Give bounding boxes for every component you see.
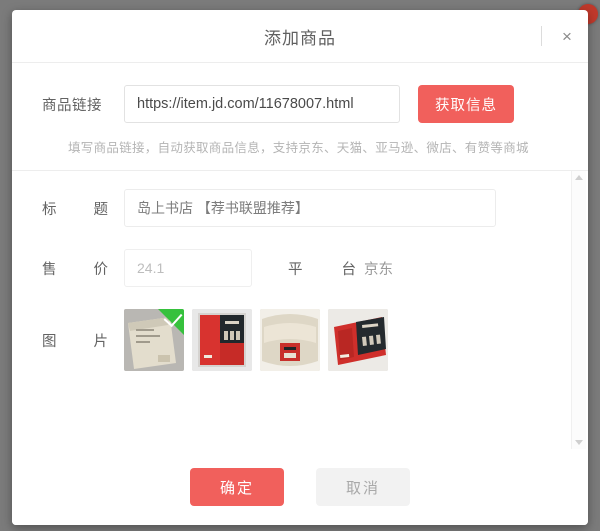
product-link-input[interactable]: https://item.jd.com/11678007.html [124, 85, 400, 123]
title-field-row: 标 题 岛上书店 【荐书联盟推荐】 [42, 189, 558, 227]
scroll-up-arrow-icon[interactable] [575, 175, 583, 180]
price-label-char-2: 价 [93, 261, 109, 278]
thumbnail-image-2 [192, 309, 252, 371]
dialog-header: 添加商品 × [12, 10, 588, 63]
title-field-label: 标 题 [42, 198, 124, 219]
title-label-char-1: 标 [42, 201, 57, 218]
image-thumbnail-list [124, 309, 388, 371]
price-platform-row: 售 价 24.1 平 台 京东 [42, 249, 558, 287]
price-field-label: 售 价 [42, 258, 124, 279]
product-link-hint: 填写商品链接，自动获取商品信息，支持京东、天猫、亚马逊、微店、有赞等商城 [68, 141, 529, 155]
fetch-info-button[interactable]: 获取信息 [418, 85, 514, 123]
cancel-button[interactable]: 取消 [316, 468, 410, 506]
images-label-char-2: 片 [93, 333, 109, 350]
platform-label-char-1: 平 [288, 261, 303, 278]
confirm-button[interactable]: 确定 [190, 468, 284, 506]
product-link-row: 商品链接 https://item.jd.com/11678007.html 获… [42, 85, 558, 123]
platform-field-label: 平 台 [288, 258, 356, 279]
image-thumbnail-2[interactable] [192, 309, 252, 371]
image-thumbnail-4[interactable] [328, 309, 388, 371]
thumbnail-image-4 [328, 309, 388, 371]
platform-value: 京东 [364, 261, 393, 278]
title-label-char-2: 题 [93, 201, 109, 218]
images-label-char-1: 图 [42, 333, 57, 350]
title-input[interactable]: 岛上书店 【荐书联盟推荐】 [124, 189, 496, 227]
header-divider [541, 26, 542, 46]
images-field-label: 图 片 [42, 330, 124, 351]
scroll-down-arrow-icon[interactable] [575, 440, 583, 445]
image-thumbnail-3[interactable] [260, 309, 320, 371]
add-product-dialog: 添加商品 × 商品链接 https://item.jd.com/11678007… [12, 10, 588, 525]
close-icon[interactable]: × [556, 25, 578, 47]
vertical-scrollbar[interactable] [571, 171, 586, 449]
product-link-section: 商品链接 https://item.jd.com/11678007.html 获… [12, 63, 588, 170]
price-label-char-1: 售 [42, 261, 57, 278]
product-link-label: 商品链接 [42, 97, 102, 114]
image-thumbnail-selected[interactable] [124, 309, 184, 371]
scrollbar-track[interactable] [572, 180, 586, 440]
dialog-footer: 确定 取消 [12, 449, 588, 525]
form-scroll-area: 标 题 岛上书店 【荐书联盟推荐】 售 价 24.1 平 台 京东 图 片 [12, 170, 588, 449]
images-field-row: 图 片 [42, 309, 558, 371]
thumbnail-image-3 [260, 309, 320, 371]
platform-label-char-2: 台 [341, 261, 357, 278]
price-input[interactable]: 24.1 [124, 249, 252, 287]
dialog-title: 添加商品 [264, 28, 336, 48]
close-button-wrap: × [541, 24, 578, 48]
